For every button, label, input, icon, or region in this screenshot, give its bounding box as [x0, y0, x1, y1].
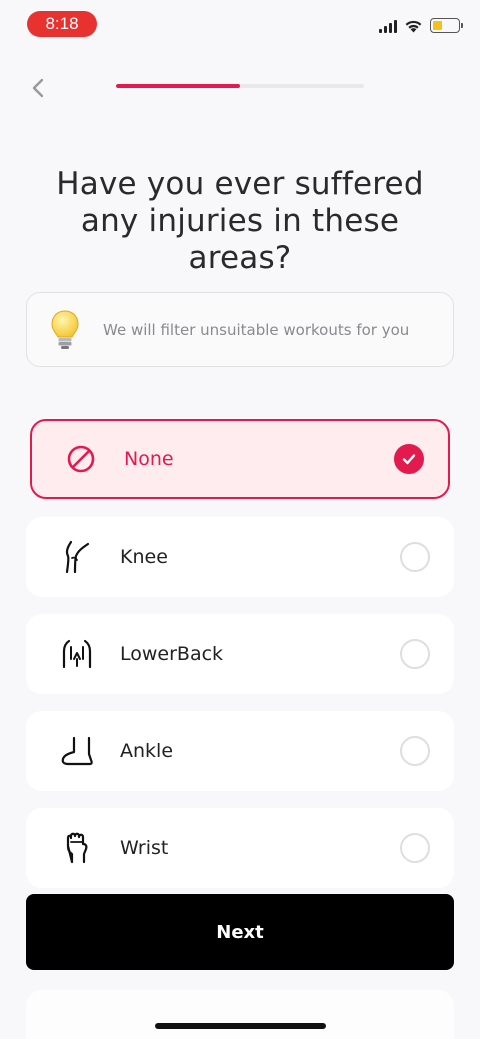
- chevron-left-icon: [32, 78, 44, 98]
- option-wrist[interactable]: Wrist: [26, 808, 454, 888]
- option-none[interactable]: None: [30, 419, 450, 499]
- page-title: Have you ever suffered any injuries in t…: [56, 166, 424, 276]
- option-ankle[interactable]: Ankle: [26, 711, 454, 791]
- option-radio[interactable]: [400, 736, 430, 766]
- status-icons: [379, 18, 463, 33]
- option-check-radio[interactable]: [394, 444, 424, 474]
- home-indicator: [155, 1023, 326, 1029]
- onboarding-progress-bar: [116, 84, 364, 88]
- onboarding-progress-fill: [116, 84, 240, 88]
- next-button[interactable]: Next: [26, 894, 454, 970]
- option-lowerback[interactable]: LowerBack: [26, 614, 454, 694]
- option-label: Wrist: [120, 837, 169, 859]
- wifi-icon: [405, 20, 422, 32]
- no-icon: [58, 439, 104, 479]
- option-radio[interactable]: [400, 833, 430, 863]
- checkmark-icon: [402, 454, 416, 465]
- option-radio[interactable]: [400, 639, 430, 669]
- wrist-icon: [54, 828, 100, 868]
- option-label: Ankle: [120, 740, 174, 762]
- option-knee[interactable]: Knee: [26, 517, 454, 597]
- lower-back-icon: [54, 634, 100, 674]
- top-nav: [0, 70, 480, 104]
- status-bar: 8:18: [0, 0, 480, 48]
- status-time: 8:18: [27, 11, 97, 37]
- tip-card: We will filter unsuitable workouts for y…: [26, 292, 454, 367]
- option-label: None: [124, 448, 174, 470]
- battery-icon: [430, 18, 463, 33]
- list-item: [26, 990, 454, 1039]
- tip-text: We will filter unsuitable workouts for y…: [103, 320, 410, 339]
- option-label: LowerBack: [120, 643, 224, 665]
- option-label: Knee: [120, 546, 168, 568]
- back-button[interactable]: [24, 74, 52, 102]
- lightbulb-icon: [27, 309, 103, 351]
- option-radio[interactable]: [400, 542, 430, 572]
- cellular-signal-icon: [379, 19, 397, 33]
- knee-icon: [54, 537, 100, 577]
- ankle-icon: [54, 731, 100, 771]
